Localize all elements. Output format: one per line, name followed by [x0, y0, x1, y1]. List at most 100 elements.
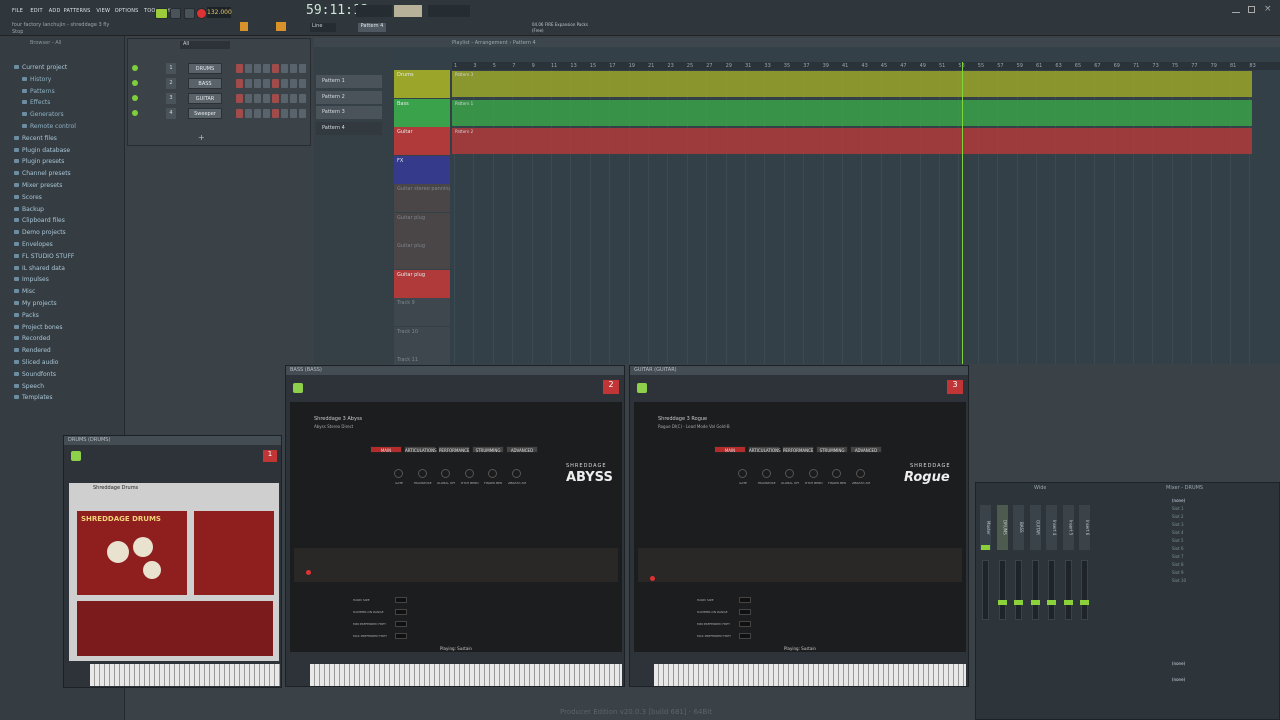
bar-number[interactable]: 35 — [784, 63, 790, 69]
step-button[interactable] — [299, 79, 306, 88]
mixer-fader[interactable] — [1081, 560, 1088, 620]
browser-item[interactable]: FL STUDIO STUFF — [14, 253, 74, 260]
step-button[interactable] — [254, 64, 261, 73]
mixer-strip-insert-6[interactable]: Insert 6 — [1079, 505, 1090, 550]
guitar-tab-advanced[interactable]: ADVANCED — [850, 446, 882, 453]
channel-name-button[interactable]: Sweeper — [188, 108, 222, 119]
bar-number[interactable]: 57 — [997, 63, 1003, 69]
menu-add[interactable]: ADD — [49, 8, 61, 14]
pattern-item[interactable]: Pattern 1 — [316, 75, 382, 88]
close-icon[interactable]: × — [1264, 4, 1272, 14]
mixer-effect-slot[interactable]: Slot 2 — [1172, 514, 1183, 519]
performance-value[interactable] — [739, 621, 751, 627]
guitar-tab-strumming[interactable]: STRUMMING — [816, 446, 848, 453]
bar-number[interactable]: 63 — [1055, 63, 1061, 69]
drum-pad-grid[interactable] — [77, 601, 273, 656]
channel-mute-led[interactable] — [132, 110, 138, 116]
menu-patterns[interactable]: PATTERNS — [64, 8, 91, 14]
browser-item[interactable]: Effects — [22, 99, 50, 106]
pattern-item[interactable]: Pattern 3 — [316, 106, 382, 119]
track-header[interactable]: Drums — [394, 70, 450, 98]
bass-tab-strumming[interactable]: STRUMMING — [472, 446, 504, 453]
mixer-fader[interactable] — [1048, 560, 1055, 620]
performance-value[interactable] — [395, 597, 407, 603]
mixer-view-mode[interactable]: Wide — [1034, 485, 1046, 491]
draw-tool-icon[interactable] — [276, 22, 286, 31]
guitar-tab-articulations[interactable]: ARTICULATIONS — [748, 446, 781, 453]
browser-item[interactable]: Envelopes — [14, 241, 53, 248]
bar-number[interactable]: 77 — [1191, 63, 1197, 69]
step-button[interactable] — [272, 94, 279, 103]
bass-preset-name[interactable]: Abyss Stereo Direct — [314, 424, 353, 429]
track-header[interactable]: Guitar plug — [394, 241, 450, 269]
browser-item[interactable]: Patterns — [22, 88, 55, 95]
mixer-effect-slot[interactable]: Slot 1 — [1172, 506, 1183, 511]
channel-name-button[interactable]: GUITAR — [188, 93, 222, 104]
track-header[interactable]: Track 9 — [394, 298, 450, 326]
bar-number[interactable]: 59 — [1017, 63, 1023, 69]
step-button[interactable] — [272, 79, 279, 88]
track-header[interactable]: FX — [394, 155, 450, 184]
piano-keyboard[interactable] — [310, 664, 622, 686]
browser-item[interactable]: Misc — [14, 288, 35, 295]
mixer-strip-drums[interactable]: DRUMS — [996, 505, 1008, 550]
bar-number[interactable]: 1 — [454, 63, 457, 69]
browser-item[interactable]: Remote control — [22, 123, 76, 130]
step-button[interactable] — [245, 79, 252, 88]
mixer-fader[interactable] — [982, 560, 989, 620]
mixer-routing-select[interactable]: (none) — [1172, 661, 1185, 666]
bar-number[interactable]: 19 — [629, 63, 635, 69]
browser-item[interactable]: History — [22, 76, 51, 83]
plugin-wrapper-icon[interactable] — [71, 451, 81, 461]
bar-number[interactable]: 31 — [745, 63, 751, 69]
mixer-effect-slot[interactable]: Slot 7 — [1172, 554, 1183, 559]
step-button[interactable] — [281, 79, 288, 88]
channel-name-button[interactable]: BASS — [188, 78, 222, 89]
browser-item[interactable]: Impulses — [14, 276, 49, 283]
mixer-strip-master[interactable]: Master — [980, 505, 991, 550]
channel-mixer-track[interactable]: 3 — [166, 93, 176, 104]
bar-number[interactable]: 33 — [764, 63, 770, 69]
browser-item[interactable]: Packs — [14, 312, 39, 319]
menu-view[interactable]: VIEW — [96, 8, 110, 14]
bass-tab-advanced[interactable]: ADVANCED — [506, 446, 538, 453]
minimize-icon[interactable] — [1232, 7, 1240, 13]
parameter-knob[interactable] — [417, 469, 427, 478]
step-button[interactable] — [281, 64, 288, 73]
bar-number[interactable]: 21 — [648, 63, 654, 69]
bar-number[interactable]: 9 — [532, 63, 535, 69]
track-header[interactable]: Track 10 — [394, 326, 450, 355]
browser-item[interactable]: IL shared data — [14, 265, 65, 272]
mixer-effect-slot[interactable]: Slot 4 — [1172, 530, 1183, 535]
bar-number[interactable]: 83 — [1249, 63, 1255, 69]
browser-item[interactable]: Scores — [14, 194, 42, 201]
step-button[interactable] — [236, 79, 243, 88]
step-button[interactable] — [245, 109, 252, 118]
track-header[interactable]: Guitar — [394, 127, 450, 155]
parameter-knob[interactable] — [808, 469, 818, 478]
step-button[interactable] — [254, 109, 261, 118]
drum-pad[interactable] — [133, 537, 153, 557]
step-button[interactable] — [299, 109, 306, 118]
maximize-icon[interactable] — [1248, 6, 1255, 13]
pattern-selector[interactable]: Pattern 4 — [358, 23, 386, 32]
mixer-effect-slot[interactable]: Slot 10 — [1172, 578, 1186, 583]
parameter-knob[interactable] — [511, 469, 521, 478]
mixer-effect-slot[interactable]: Slot 3 — [1172, 522, 1183, 527]
bar-number[interactable]: 49 — [920, 63, 926, 69]
record-button[interactable] — [196, 8, 207, 19]
channel-mute-led[interactable] — [132, 80, 138, 86]
mixer-effect-slot[interactable]: Slot 5 — [1172, 538, 1183, 543]
guitar-track-number[interactable]: 3 — [947, 380, 963, 394]
step-button[interactable] — [245, 94, 252, 103]
bar-number[interactable]: 3 — [473, 63, 476, 69]
track-header[interactable]: Guitar plug — [394, 212, 450, 241]
browser-item[interactable]: Sliced audio — [14, 359, 58, 366]
mixer-fader[interactable] — [998, 560, 1006, 620]
browser-item[interactable]: Recent files — [14, 135, 57, 142]
bar-number[interactable]: 81 — [1230, 63, 1236, 69]
parameter-knob[interactable] — [441, 469, 450, 478]
bar-number[interactable]: 55 — [978, 63, 984, 69]
browser-item[interactable]: Backup — [14, 206, 44, 213]
guitar-preset-name[interactable]: Rogue DI(C) - Lead Mode Val Gold-B — [658, 424, 730, 429]
